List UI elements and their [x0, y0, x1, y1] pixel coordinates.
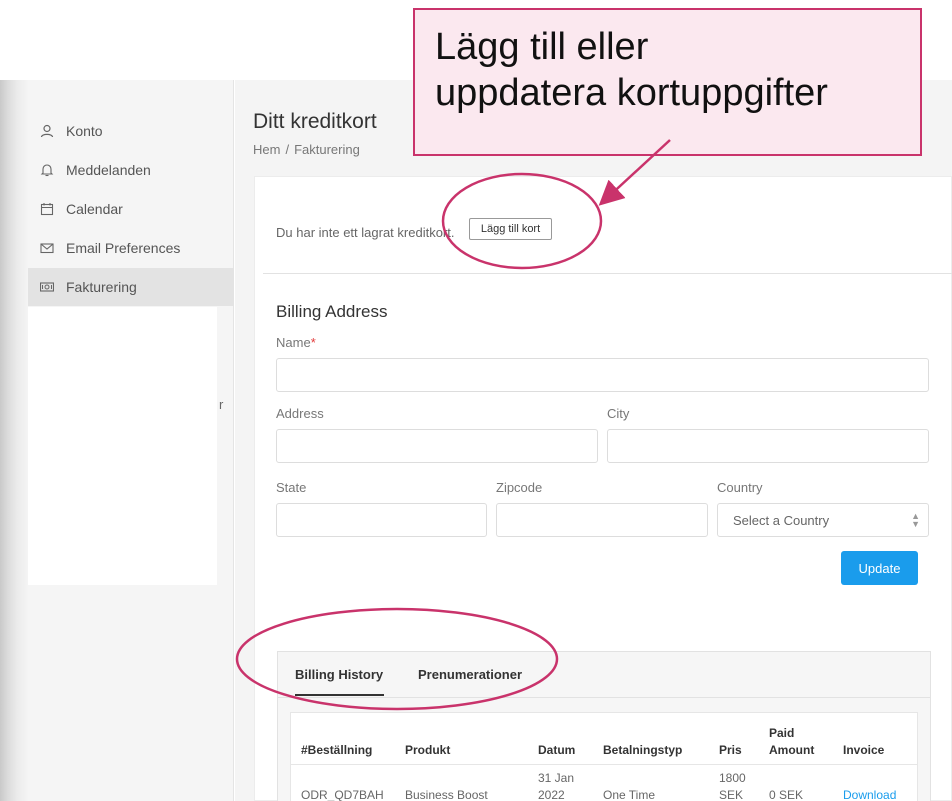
price-line2: SEK [719, 788, 744, 801]
zipcode-field[interactable] [496, 503, 708, 537]
table-header: Datum [538, 743, 576, 757]
window-edge-shadow [0, 80, 28, 801]
address-label: Address [276, 406, 324, 421]
annotation-text: Lägg till eller uppdatera kortuppgifter [435, 24, 828, 116]
price-line1: 1800 [719, 771, 746, 785]
state-field[interactable] [276, 503, 487, 537]
active-tab-indicator [295, 694, 384, 696]
bell-icon [40, 163, 54, 177]
sidebar-item-label: Calendar [66, 201, 123, 217]
table-header: Betalningstyp [603, 743, 683, 757]
page-title: Ditt kreditkort [253, 110, 377, 133]
invoice-download-link[interactable]: Download [843, 788, 896, 801]
main-content: Ditt kreditkort Hem / Fakturering Du har i… [235, 80, 952, 801]
annotation-callout: Lägg till eller uppdatera kortuppgifter [413, 8, 922, 156]
sidebar-item-meddelanden[interactable]: Meddelanden [28, 151, 234, 189]
country-select-value: Select a Country [733, 512, 830, 528]
sidebar-blank-panel [28, 307, 217, 585]
table-header: Invoice [843, 743, 885, 757]
zipcode-label: Zipcode [496, 480, 543, 495]
sidebar-item-label: Meddelanden [66, 162, 151, 178]
order-id: ODR_QD7BAH [301, 788, 384, 801]
add-card-button[interactable]: Lägg till kort [469, 218, 552, 240]
city-field[interactable] [607, 429, 929, 463]
sidebar-item-calendar[interactable]: Calendar [28, 190, 234, 228]
update-button[interactable]: Update [841, 551, 918, 585]
sidebar-item-fakturering[interactable]: Fakturering [28, 268, 234, 306]
sidebar: Konto Meddelanden Calendar Email Prefere… [28, 80, 234, 801]
breadcrumb-current: Fakturering [294, 142, 360, 157]
sidebar-item-konto[interactable]: Konto [28, 112, 234, 150]
product-name: Business Boost [405, 788, 488, 801]
annotation-line2: uppdatera kortuppgifter [435, 72, 828, 114]
city-label: City [607, 406, 630, 421]
table-header: Paid [769, 726, 795, 740]
tabs-divider [278, 697, 930, 698]
address-field[interactable] [276, 429, 598, 463]
breadcrumb-home[interactable]: Hem [253, 142, 280, 157]
billing-card: Du har inte ett lagrat kreditkort. Lägg … [254, 176, 952, 801]
sidebar-item-label: Fakturering [66, 279, 137, 295]
date-line1: 31 Jan [538, 771, 575, 785]
name-label: Name* [276, 335, 316, 350]
table-header: Produkt [405, 743, 451, 757]
table-header: Amount [769, 743, 815, 757]
state-label: State [276, 480, 307, 495]
date-line2: 2022 [538, 788, 565, 801]
tab-billing-history[interactable]: Billing History [295, 667, 383, 682]
billing-icon [40, 280, 54, 294]
truncated-text: r [219, 397, 224, 412]
name-field[interactable] [276, 358, 929, 392]
breadcrumb: Hem / Fakturering [253, 142, 360, 157]
required-mark: * [310, 335, 316, 350]
sidebar-item-label: Email Preferences [66, 240, 181, 256]
breadcrumb-separator: / [285, 142, 290, 157]
billing-tabs-panel: Billing History Prenumerationer #Beställ… [277, 651, 931, 801]
table-header: Pris [719, 743, 742, 757]
country-label: Country [717, 480, 763, 495]
billing-address-title: Billing Address [276, 302, 388, 321]
user-icon [40, 124, 54, 138]
annotation-line1: Lägg till eller [435, 26, 649, 68]
no-card-text: Du har inte ett lagrat kreditkort. [276, 225, 455, 240]
divider [263, 273, 952, 274]
table-header: #Beställning [301, 743, 373, 757]
table-row-divider [291, 764, 917, 765]
tab-prenumerationer[interactable]: Prenumerationer [418, 667, 522, 682]
sidebar-item-email-preferences[interactable]: Email Preferences [28, 229, 234, 267]
country-select[interactable]: Select a Country ▲ ▼ [717, 503, 929, 537]
envelope-icon [40, 241, 54, 255]
name-label-text: Name [276, 335, 311, 350]
calendar-icon [40, 202, 54, 216]
billing-history-table: #Beställning Produkt Datum Betalningstyp… [290, 712, 918, 801]
select-arrows-icon: ▲ ▼ [911, 511, 920, 529]
payment-type: One Time [603, 788, 656, 801]
paid-amount: 0 SEK [769, 788, 804, 801]
sidebar-item-label: Konto [66, 123, 103, 139]
